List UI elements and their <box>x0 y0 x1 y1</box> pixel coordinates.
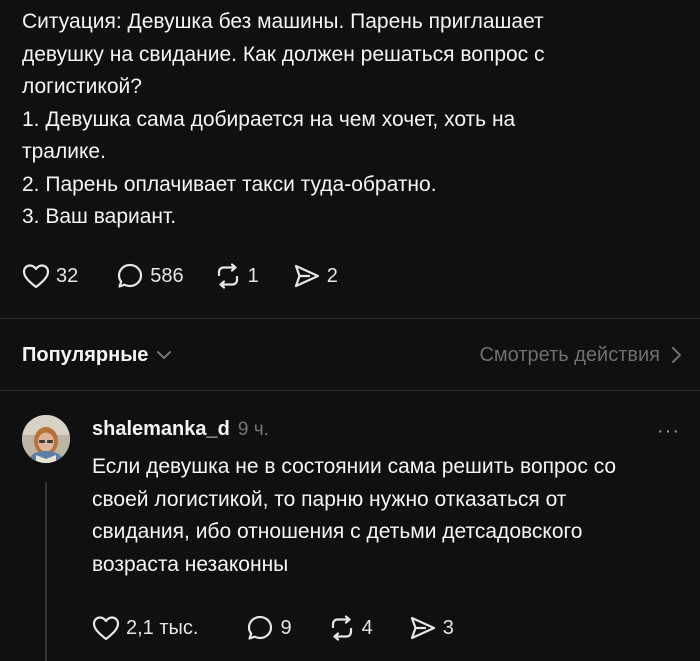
reply-text: Если девушка не в состоянии сама решить … <box>92 451 672 581</box>
view-activity-label: Смотреть действия <box>479 343 660 366</box>
post-share-count: 2 <box>326 264 338 287</box>
post-like-count: 32 <box>56 264 79 287</box>
divider <box>0 390 700 391</box>
reply-actions: 2,1 тыс. 9 4 3 <box>92 610 454 646</box>
post-text: Ситуация: Девушка без машины. Парень при… <box>22 6 682 234</box>
repost-icon <box>331 615 352 641</box>
heart-icon <box>92 616 120 641</box>
sort-bar: Популярные Смотреть действия <box>22 337 682 373</box>
reply-header: shalemanka_d 9 ч. <box>92 418 269 441</box>
comment-bubble-icon <box>248 615 273 640</box>
post-line: Ситуация: Девушка без машины. Парень при… <box>22 10 544 33</box>
send-icon <box>294 264 319 288</box>
reply-like-count: 2,1 тыс. <box>126 616 199 639</box>
comment-bubble-icon <box>118 263 143 288</box>
sort-dropdown[interactable]: Популярные <box>22 344 172 367</box>
reply-like-button[interactable]: 2,1 тыс. <box>92 615 198 641</box>
avatar[interactable] <box>22 415 70 463</box>
reply-comment-button[interactable]: 9 <box>246 614 292 642</box>
post-actions: 32 586 1 2 <box>22 258 338 294</box>
view-activity-link[interactable]: Смотреть действия <box>479 344 682 367</box>
thread-line <box>45 482 47 661</box>
repost-icon <box>217 263 238 289</box>
chevron-right-icon <box>672 347 681 363</box>
sort-label: Популярные <box>22 343 149 366</box>
post-line: тралике. <box>22 140 106 163</box>
reply-comment-count: 9 <box>280 616 292 639</box>
divider <box>0 318 700 319</box>
send-icon <box>410 616 435 640</box>
reply-line: Если девушка не в состоянии сама решить … <box>92 455 617 478</box>
post-line: девушку на свидание. Как должен решаться… <box>22 42 545 66</box>
post-line: логистикой? <box>22 75 142 98</box>
reply-line: возраста незаконны <box>92 552 289 576</box>
reply-repost-button[interactable]: 4 <box>328 614 373 642</box>
post-share-button[interactable]: 2 <box>293 262 338 290</box>
reply-timestamp: 9 ч. <box>237 419 269 440</box>
chevron-down-icon <box>157 351 172 359</box>
post-line: 3. Ваш вариант. <box>22 205 177 228</box>
post-comment-count: 586 <box>150 264 184 287</box>
reply-username[interactable]: shalemanka_d <box>92 418 230 441</box>
post-repost-count: 1 <box>247 264 259 287</box>
post-line: 2. Парень оплачивает такси туда-обратно. <box>22 172 437 196</box>
post-comment-button[interactable]: 586 <box>116 262 184 290</box>
reply-share-count: 3 <box>442 616 454 639</box>
heart-icon <box>22 264 50 289</box>
more-options-icon[interactable]: ··· <box>657 420 680 443</box>
reply-line: своей логистикой, то парню нужно отказат… <box>92 487 567 511</box>
post-repost-button[interactable]: 1 <box>214 262 259 290</box>
post-like-button[interactable]: 32 <box>22 263 78 289</box>
reply-share-button[interactable]: 3 <box>409 614 454 642</box>
reply-repost-count: 4 <box>361 616 373 639</box>
reply-line: свидания, ибо отношения с детьми детсадо… <box>92 520 583 543</box>
post-line: 1. Девушка сама добирается на чем хочет,… <box>22 107 516 131</box>
